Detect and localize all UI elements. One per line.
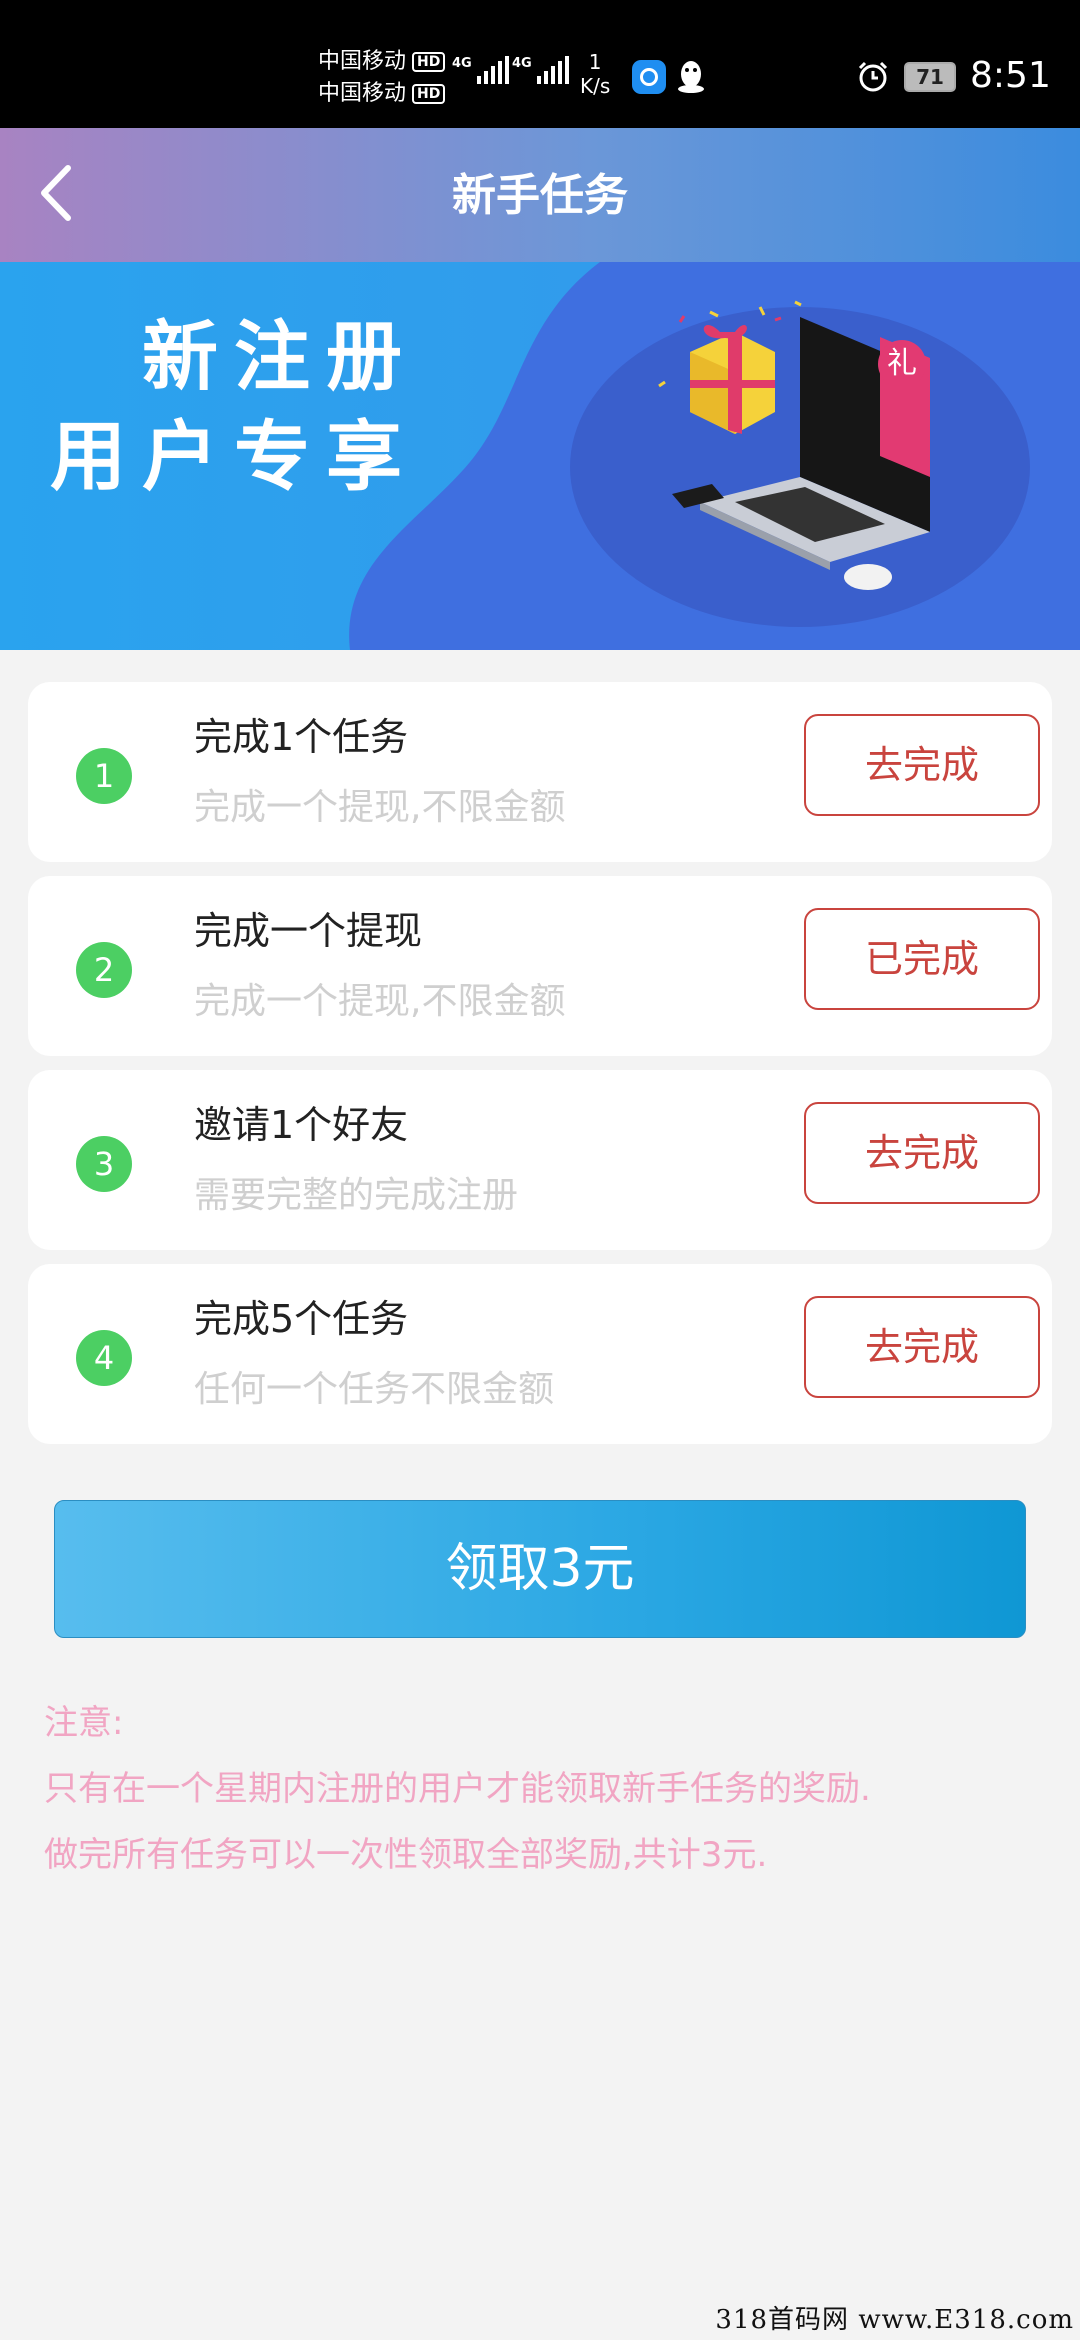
qq-penguin-icon (678, 61, 704, 93)
task-description: 需要完整的完成注册 (194, 1175, 519, 1216)
notes-section: 注意: 只有在一个星期内注册的用户才能领取新手任务的奖励. 做完所有任务可以一次… (44, 1690, 871, 1888)
task-card: 1 完成1个任务 完成一个提现,不限金额 去完成 (28, 682, 1052, 862)
signal-bars-icon: 4G (512, 56, 569, 84)
go-complete-button[interactable]: 去完成 (804, 1296, 1040, 1398)
go-complete-button[interactable]: 去完成 (804, 714, 1040, 816)
notes-line-1: 只有在一个星期内注册的用户才能领取新手任务的奖励. (44, 1769, 871, 1809)
gift-tag: 礼 (878, 340, 926, 388)
signal-bars-icon: 4G (452, 56, 509, 84)
task-title: 邀请1个好友 (194, 1103, 409, 1147)
notes-line-2: 做完所有任务可以一次性领取全部奖励,共计3元. (44, 1835, 768, 1875)
banner-line-1: 新注册 (142, 312, 418, 401)
carrier-info: 中国移动 HD 中国移动 HD (318, 46, 446, 110)
task-card: 2 完成一个提现 完成一个提现,不限金额 已完成 (28, 876, 1052, 1056)
promo-banner: 新注册 用户专享 礼 (0, 262, 1080, 650)
task-card: 3 邀请1个好友 需要完整的完成注册 去完成 (28, 1070, 1052, 1250)
battery-icon: 71 (904, 62, 956, 92)
app-header: 新手任务 (0, 128, 1080, 262)
status-time: 8:51 (970, 55, 1051, 96)
task-number-badge: 1 (76, 748, 132, 804)
carrier-1: 中国移动 (318, 49, 407, 74)
completed-button[interactable]: 已完成 (804, 908, 1040, 1010)
go-complete-button[interactable]: 去完成 (804, 1102, 1040, 1204)
task-title: 完成1个任务 (194, 715, 409, 759)
task-description: 完成一个提现,不限金额 (194, 787, 566, 828)
hd-badge: HD (412, 84, 446, 104)
speed-value: 1 (588, 50, 602, 74)
task-description: 任何一个任务不限金额 (194, 1369, 555, 1410)
claim-reward-button[interactable]: 领取3元 (54, 1500, 1026, 1638)
task-number-badge: 3 (76, 1136, 132, 1192)
page-title: 新手任务 (452, 170, 628, 221)
status-bar: 中国移动 HD 中国移动 HD 4G 4G 1 K/s 71 8:51 (0, 0, 1080, 128)
task-title: 完成一个提现 (194, 909, 423, 953)
alarm-clock-icon (858, 61, 888, 92)
task-card: 4 完成5个任务 任何一个任务不限金额 去完成 (28, 1264, 1052, 1444)
speed-unit: K/s (580, 74, 611, 98)
task-number-badge: 4 (76, 1330, 132, 1386)
task-number-badge: 2 (76, 942, 132, 998)
carrier-2: 中国移动 (318, 81, 407, 106)
network-type-label: 4G (512, 56, 532, 71)
task-description: 完成一个提现,不限金额 (194, 981, 566, 1022)
banner-line-2: 用户专享 (50, 412, 418, 501)
network-speed: 1 K/s (580, 50, 610, 98)
hd-badge: HD (412, 52, 446, 72)
network-type-label: 4G (452, 56, 472, 71)
notes-heading: 注意: (44, 1703, 124, 1743)
task-title: 完成5个任务 (194, 1297, 409, 1341)
app-notification-icon (632, 60, 666, 94)
mouse-illustration (844, 564, 892, 590)
watermark: 318首码网 www.E318.com (715, 2305, 1074, 2335)
